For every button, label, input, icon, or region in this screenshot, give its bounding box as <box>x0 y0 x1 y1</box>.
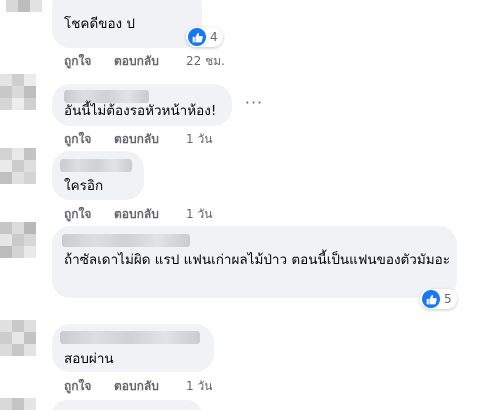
reaction-count: 4 <box>210 30 218 44</box>
like-button[interactable]: ถูกใจ <box>64 378 114 394</box>
avatar[interactable] <box>0 320 46 360</box>
timestamp[interactable]: 1 วัน <box>186 378 212 394</box>
timestamp[interactable]: 1 วัน <box>186 206 212 222</box>
comment-text: ถ้าซัลเดาไม่ผิด แรป แฟนเก่าผลไม้ป่าว ตอน… <box>64 252 451 268</box>
avatar[interactable] <box>0 222 46 262</box>
comment-actions: ถูกใจ ตอบกลับ 22 ชม. <box>64 53 225 69</box>
avatar[interactable] <box>0 398 46 410</box>
thumbs-up-icon <box>422 290 440 308</box>
comment-bubble: อันนี้ไม่ต้องรอหัวหน้าห้อง! <box>52 84 232 126</box>
reaction-count: 5 <box>444 292 452 306</box>
comment-text: อันนี้ไม่ต้องรอหัวหน้าห้อง! <box>64 103 217 119</box>
reply-button[interactable]: ตอบกลับ <box>114 131 186 147</box>
author-name[interactable] <box>62 234 190 247</box>
comment-actions: ถูกใจ ตอบกลับ 1 วัน <box>64 378 212 394</box>
comment-text: สอบผ่าน <box>64 351 114 367</box>
reply-button[interactable]: ตอบกลับ <box>114 53 186 69</box>
reply-button[interactable]: ตอบกลับ <box>114 378 186 394</box>
timestamp[interactable]: 1 วัน <box>186 131 212 147</box>
avatar[interactable] <box>0 148 46 188</box>
more-horizontal-icon: ··· <box>244 92 264 112</box>
comment-thread: โชคดีของ ป 4 ถูกใจ ตอบกลับ 22 ชม. อันนี้ไม… <box>0 0 482 410</box>
comment-text: โชคดีของ ป <box>64 16 136 32</box>
reaction-count-badge[interactable]: 4 <box>186 27 223 47</box>
more-options-button[interactable]: ··· <box>240 88 268 116</box>
timestamp[interactable]: 22 ชม. <box>186 53 225 69</box>
comment-bubble: ใครอิก <box>52 151 144 200</box>
reaction-count-badge[interactable]: 5 <box>420 289 457 309</box>
comment-actions: ถูกใจ ตอบกลับ 1 วัน <box>64 206 212 222</box>
author-name[interactable] <box>60 159 132 172</box>
like-button[interactable]: ถูกใจ <box>64 131 114 147</box>
comment-text: ใครอิก <box>64 178 104 194</box>
comment-actions: ถูกใจ ตอบกลับ 1 วัน <box>64 131 212 147</box>
comment-bubble: ถ้าซัลเดาไม่ผิด แรป แฟนเก่าผลไม้ป่าว ตอน… <box>52 226 457 298</box>
comment-bubble <box>52 400 202 410</box>
avatar[interactable] <box>0 74 46 114</box>
like-button[interactable]: ถูกใจ <box>64 206 114 222</box>
comment-bubble: สอบผ่าน <box>52 324 214 372</box>
reply-button[interactable]: ตอบกลับ <box>114 206 186 222</box>
thumbs-up-icon <box>188 28 206 46</box>
comment-bubble: โชคดีของ ป <box>52 0 202 48</box>
avatar[interactable] <box>0 0 46 14</box>
author-name[interactable] <box>60 331 200 344</box>
like-button[interactable]: ถูกใจ <box>64 53 114 69</box>
